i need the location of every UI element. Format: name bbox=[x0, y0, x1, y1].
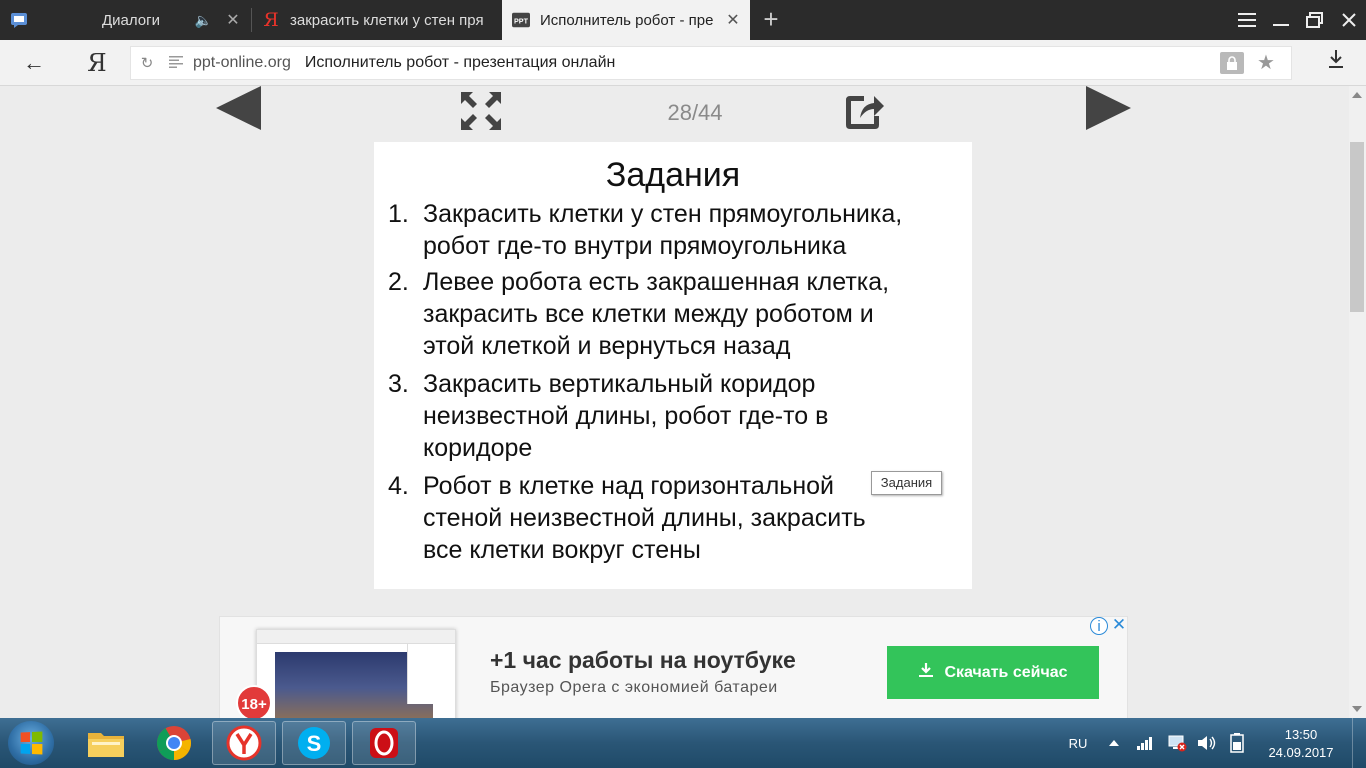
volume-icon[interactable] bbox=[1194, 718, 1220, 768]
download-icon bbox=[918, 662, 934, 683]
explorer-taskbar-button[interactable] bbox=[74, 721, 138, 765]
scroll-down-arrow-icon[interactable] bbox=[1352, 706, 1362, 712]
age-rating-badge: 18+ bbox=[236, 685, 272, 719]
download-icon[interactable] bbox=[1322, 49, 1350, 77]
url-host: ppt-online.org bbox=[193, 54, 291, 71]
chrome-icon bbox=[157, 726, 191, 760]
address-bar: ← Я ↻ ppt-online.org Исполнитель робот -… bbox=[0, 40, 1366, 86]
tab-title: Диалоги bbox=[102, 11, 160, 29]
tab-presentation[interactable]: PPT Исполнитель робот - пре ✕ bbox=[502, 0, 750, 40]
slide-title: Задания bbox=[605, 156, 741, 194]
fullscreen-icon[interactable] bbox=[459, 90, 503, 132]
url-page-title: Исполнитель робот - презентация онлайн bbox=[304, 54, 616, 71]
task-item: 3. Закрасить вертикальный коридор неизве… bbox=[374, 368, 972, 464]
tray-expand-arrow-icon[interactable] bbox=[1104, 718, 1124, 768]
task-line: коридоре bbox=[423, 434, 533, 462]
share-icon[interactable] bbox=[842, 90, 886, 132]
task-line: этой клеткой и вернуться назад bbox=[423, 332, 791, 360]
yandex-browser-icon bbox=[226, 725, 262, 761]
previous-slide-arrow-icon[interactable] bbox=[216, 86, 261, 130]
close-window-icon[interactable] bbox=[1332, 0, 1366, 40]
task-line: Закрасить клетки у стен прямоугольника, bbox=[423, 200, 903, 228]
scrollbar-thumb[interactable] bbox=[1350, 142, 1364, 312]
chrome-taskbar-button[interactable] bbox=[142, 721, 206, 765]
tab-title: Исполнитель робот - пре bbox=[540, 11, 714, 29]
task-item: 1. Закрасить клетки у стен прямоугольник… bbox=[374, 198, 972, 262]
task-number: 1. bbox=[388, 200, 409, 228]
yandex-home-button[interactable]: Я bbox=[86, 49, 108, 77]
advertisement-banner[interactable]: 18+ +1 час работы на ноутбуке Браузер Op… bbox=[219, 616, 1128, 720]
task-number: 3. bbox=[388, 370, 409, 398]
clock-time: 13:50 bbox=[1284, 727, 1318, 742]
ppt-icon: PPT bbox=[512, 11, 530, 29]
bookmark-star-icon[interactable]: ★ bbox=[1254, 49, 1278, 77]
tab-dialogs[interactable]: Диалоги 🔈 ✕ bbox=[0, 0, 250, 40]
ad-info-icon[interactable]: i bbox=[1090, 617, 1108, 635]
back-arrow-icon[interactable]: ← bbox=[20, 49, 48, 77]
ad-browser-screenshot bbox=[256, 629, 456, 719]
signal-strength-icon[interactable] bbox=[1134, 718, 1156, 768]
scroll-up-arrow-icon[interactable] bbox=[1352, 92, 1362, 98]
reload-icon[interactable]: ↻ bbox=[131, 54, 163, 72]
next-slide-arrow-icon[interactable] bbox=[1086, 86, 1131, 130]
task-line: неизвестной длины, робот где-то в bbox=[423, 402, 829, 430]
menu-icon[interactable] bbox=[1230, 0, 1264, 40]
task-number: 4. bbox=[388, 472, 409, 500]
close-tab-icon[interactable]: ✕ bbox=[226, 10, 240, 30]
task-item: 2. Левее робота есть закрашенная клетка,… bbox=[374, 266, 972, 362]
yandex-icon: Я bbox=[263, 9, 279, 31]
folder-icon bbox=[88, 733, 124, 757]
task-line: закрасить все клетки между роботом и bbox=[423, 300, 874, 328]
slide: Задания 1. Закрасить клетки у стен прямо… bbox=[374, 142, 972, 589]
yandex-browser-taskbar-button[interactable] bbox=[212, 721, 276, 765]
ad-download-button[interactable]: Скачать сейчас bbox=[887, 646, 1099, 699]
battery-icon[interactable] bbox=[1224, 718, 1250, 768]
lock-icon[interactable] bbox=[1220, 52, 1244, 74]
skype-icon: S bbox=[298, 727, 330, 759]
slide-counter: 28/44 bbox=[667, 100, 723, 125]
tooltip: Задания bbox=[871, 471, 942, 495]
task-line: все клетки вокруг стены bbox=[423, 536, 701, 564]
url-field[interactable]: ↻ ppt-online.org Исполнитель робот - пре… bbox=[130, 46, 1292, 80]
task-line: Закрасить вертикальный коридор bbox=[423, 370, 816, 398]
network-disconnected-icon[interactable] bbox=[1164, 718, 1190, 768]
opera-taskbar-button[interactable] bbox=[352, 721, 416, 765]
ad-close-icon[interactable]: ✕ bbox=[1110, 616, 1128, 634]
task-line: стеной неизвестной длины, закрасить bbox=[423, 504, 866, 532]
close-tab-icon[interactable]: ✕ bbox=[726, 10, 740, 30]
task-line: Левее робота есть закрашенная клетка, bbox=[423, 268, 890, 296]
svg-text:PPT: PPT bbox=[514, 17, 529, 26]
svg-text:S: S bbox=[307, 731, 322, 756]
new-tab-button[interactable]: + bbox=[757, 6, 785, 34]
skype-taskbar-button[interactable]: S bbox=[282, 721, 346, 765]
clock-date: 24.09.2017 bbox=[1268, 745, 1334, 760]
reader-mode-icon[interactable] bbox=[163, 55, 189, 71]
ad-headline: +1 час работы на ноутбуке bbox=[490, 647, 796, 673]
chat-icon bbox=[10, 11, 28, 29]
show-desktop-button[interactable] bbox=[1352, 718, 1366, 768]
tab-bar: Диалоги 🔈 ✕ Я закрасить клетки у стен пр… bbox=[0, 0, 1366, 40]
opera-icon bbox=[370, 728, 398, 758]
minimize-icon[interactable] bbox=[1264, 0, 1298, 40]
ad-button-label: Скачать сейчас bbox=[944, 663, 1068, 681]
windows-taskbar: S RU 13:50 24.09.2017 bbox=[0, 718, 1366, 768]
tab-title: закрасить клетки у стен пря bbox=[290, 11, 484, 29]
speaker-icon[interactable]: 🔈 bbox=[195, 12, 212, 29]
ad-subline: Браузер Opera с экономией батареи bbox=[490, 679, 778, 696]
language-indicator[interactable]: RU bbox=[1064, 718, 1092, 768]
task-number: 2. bbox=[388, 268, 409, 296]
start-button[interactable] bbox=[8, 721, 54, 765]
restore-icon[interactable] bbox=[1298, 0, 1332, 40]
task-line: робот где-то внутри прямоугольника bbox=[423, 232, 847, 260]
system-clock[interactable]: 13:50 24.09.2017 bbox=[1262, 726, 1340, 762]
tab-search[interactable]: Я закрасить клетки у стен пря bbox=[252, 0, 502, 40]
windows-logo-icon bbox=[20, 731, 43, 755]
